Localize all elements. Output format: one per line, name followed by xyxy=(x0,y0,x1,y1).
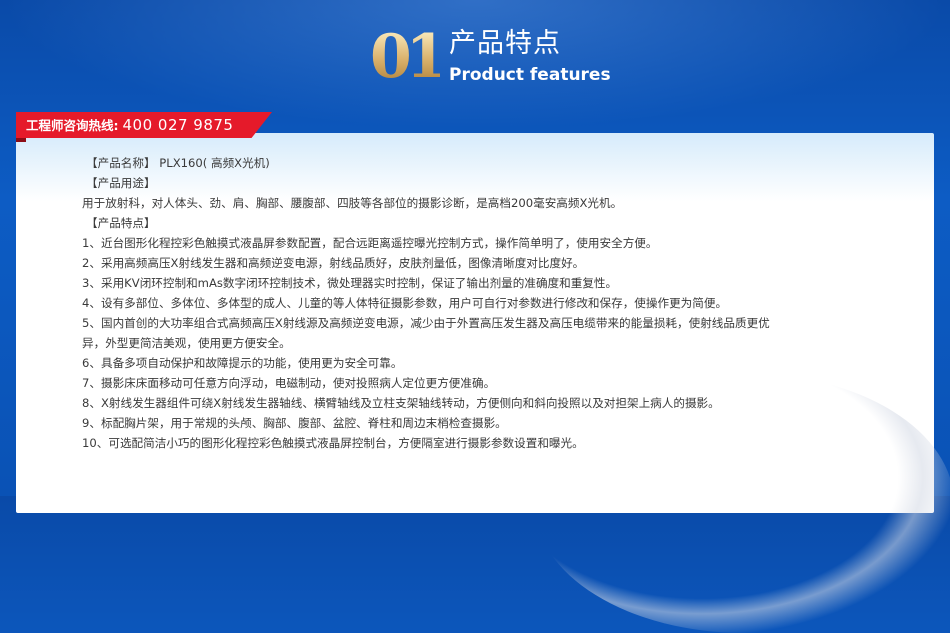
hotline-phone: 400 027 9875 xyxy=(122,116,234,134)
section-number: 01 xyxy=(370,22,448,92)
section-header: 01 产品特点 Product features xyxy=(0,0,950,110)
feature-item: 10、可选配简洁小巧的图形化程控彩色触摸式液晶屏控制台，方便隔室进行摄影参数设置… xyxy=(82,436,584,450)
product-features-heading: 【产品特点】 xyxy=(86,216,156,230)
feature-item: 7、摄影床床面移动可任意方向浮动，电磁制动，使对投照病人定位更方便准确。 xyxy=(82,376,496,390)
feature-item: 8、X射线发生器组件可绕X射线发生器轴线、横臂轴线及立柱支架轴线转动，方便侧向和… xyxy=(82,396,720,410)
feature-item: 3、采用KV闭环控制和mAs数字闭环控制技术，微处理器实时控制，保证了输出剂量的… xyxy=(82,276,618,290)
product-name-line: 【产品名称】 PLX160( 高频X光机) xyxy=(86,156,270,170)
section-title-zh: 产品特点 xyxy=(449,28,561,59)
feature-item: 6、具备多项自动保护和故障提示的功能，使用更为安全可靠。 xyxy=(82,356,403,370)
product-use-text: 用于放射科，对人体头、劲、肩、胸部、腰腹部、四肢等各部位的摄影诊断，是高档200… xyxy=(82,196,623,210)
feature-item: 5、国内首创的大功率组合式高频高压X射线源及高频逆变电源，减少由于外置高压发生器… xyxy=(82,316,770,350)
product-use-heading: 【产品用途】 xyxy=(86,176,156,190)
section-title-en: Product features xyxy=(449,65,611,85)
feature-item: 4、设有多部位、多体位、多体型的成人、儿童的等人体特征摄影参数，用户可自行对参数… xyxy=(82,296,728,310)
feature-item: 9、标配胸片架，用于常规的头颅、胸部、腹部、盆腔、脊柱和周边末梢检查摄影。 xyxy=(82,416,507,430)
hotline-label: 工程师咨询热线: xyxy=(26,118,119,133)
feature-item: 2、采用高频高压X射线发生器和高频逆变电源，射线品质好，皮肤剂量低，图像清晰度对… xyxy=(82,256,585,270)
feature-item: 1、近台图形化程控彩色触摸式液晶屏参数配置，配合远距离遥控曝光控制方式，操作简单… xyxy=(82,236,658,250)
product-description: 【产品名称】 PLX160( 高频X光机) 【产品用途】 用于放射科，对人体头、… xyxy=(82,153,782,453)
hotline-banner: 工程师咨询热线: 400 027 9875 xyxy=(26,116,233,134)
